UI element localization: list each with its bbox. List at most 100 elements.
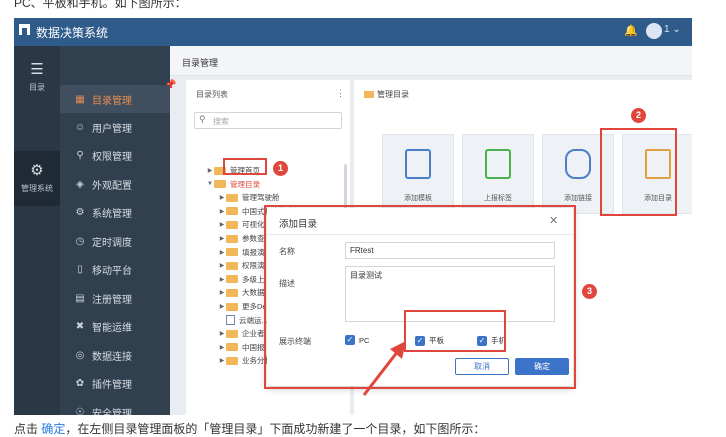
rail-item-system[interactable]: ⚙ 管理系统 <box>14 151 60 206</box>
folder-icon <box>226 193 238 202</box>
menu-item-users[interactable]: ☺ 用户管理 <box>60 113 170 141</box>
caret-right-icon[interactable]: ▶ <box>218 276 226 283</box>
caret-right-icon[interactable]: ▶ <box>206 167 214 174</box>
tree-item-label: 管理驾驶舱 <box>242 193 280 203</box>
card-label: 添加模板 <box>404 195 432 202</box>
top-bar: 数据决策系统 🔔 1 ⌄ <box>14 18 692 46</box>
caret-right-icon[interactable]: ▶ <box>218 289 226 296</box>
menu-item-permissions[interactable]: ⚲ 权限管理 <box>60 141 170 169</box>
avatar[interactable] <box>646 23 662 39</box>
folder-icon <box>226 220 238 229</box>
highlight-box-3 <box>264 205 576 389</box>
folder-icon <box>226 261 238 270</box>
highlight-box-2 <box>600 128 677 216</box>
register-icon: ▤ <box>75 292 85 304</box>
menu-label: 外观配置 <box>92 180 132 192</box>
tree-item[interactable]: ▶ 可视化... <box>218 218 271 231</box>
menu-item-register[interactable]: ▤ 注册管理 <box>60 284 170 312</box>
checklist-icon <box>485 149 511 179</box>
menu-item-ops[interactable]: ✖ 智能运维 <box>60 312 170 340</box>
menu-label: 用户管理 <box>92 123 132 135</box>
menu-item-data-connection[interactable]: ◎ 数据连接 <box>60 341 170 369</box>
tree-item[interactable]: ▶ 大数据... <box>218 286 271 299</box>
breadcrumb: 管理目录 <box>364 89 409 100</box>
database-icon: ◎ <box>75 349 85 361</box>
admin-menu: 📌 ▦ 目录管理 ☺ 用户管理 ⚲ 权限管理 ◈ 外观配置 ⚙ 系统管理 ◷ 定时调度 ▯ 移… <box>60 46 176 416</box>
step-badge-3: 3 <box>582 284 597 299</box>
caret-right-icon[interactable]: ▶ <box>218 357 226 364</box>
card-label: 上报标签 <box>484 195 512 202</box>
doc-bottom-text: 点击 确定，在左侧目录管理面板的「管理目录」下面成功新建了一个目录，如下图所示： <box>14 420 485 437</box>
menu-item-security[interactable]: ☉ 安全管理 <box>60 398 170 416</box>
menu-item-schedule[interactable]: ◷ 定时调度 <box>60 227 170 255</box>
doc-top-text: PC、平板和手机。如下图所示： <box>14 0 187 10</box>
bell-icon[interactable]: 🔔 <box>624 24 638 37</box>
caret-right-icon[interactable]: ▶ <box>218 330 226 337</box>
more-icon[interactable]: ⋮ <box>336 88 345 99</box>
menu-label: 数据连接 <box>92 351 132 363</box>
mobile-icon: ▯ <box>77 263 83 275</box>
settings-icon: ⚙ <box>75 206 85 218</box>
search-icon: ⚲ <box>199 114 206 124</box>
menu-item-system[interactable]: ⚙ 系统管理 <box>60 198 170 226</box>
caret-right-icon[interactable]: ▶ <box>218 194 226 201</box>
catalog-icon: ▦ <box>75 93 85 105</box>
caret-right-icon[interactable]: ▶ <box>218 221 226 228</box>
palette-icon: ◈ <box>76 178 84 190</box>
menu-item-mobile[interactable]: ▯ 移动平台 <box>60 255 170 283</box>
tree-item[interactable]: 云端运... <box>218 314 268 327</box>
tree-item[interactable]: ▶ 管理驾驶舱 <box>218 191 280 204</box>
menu-label: 定时调度 <box>92 237 132 249</box>
clock-icon: ◷ <box>75 235 85 247</box>
caret-right-icon[interactable]: ▶ <box>218 249 226 256</box>
tree-item[interactable]: ▼ 管理目录 <box>206 178 260 191</box>
content-header: 目录管理 <box>170 46 692 76</box>
user-menu[interactable]: 1 ⌄ <box>664 24 681 35</box>
tree-item[interactable]: ▶ 企业者... <box>218 327 271 340</box>
arrow-icon <box>362 341 406 396</box>
menu-label: 权限管理 <box>92 151 132 163</box>
menu-label: 系统管理 <box>92 208 132 220</box>
menu-label: 目录管理 <box>92 95 132 107</box>
tree-item[interactable]: ▶ 中国报... <box>218 341 271 354</box>
caret-right-icon[interactable]: ▶ <box>218 262 226 269</box>
caret-right-icon[interactable]: ▶ <box>218 344 226 351</box>
key-icon: ⚲ <box>76 149 84 161</box>
menu-label: 智能运维 <box>92 322 132 334</box>
left-rail: ☰ 目录 ⚙ 管理系统 <box>14 46 60 415</box>
search-input[interactable]: ⚲ 搜索 <box>194 112 342 129</box>
caret-right-icon[interactable]: ▶ <box>218 303 226 310</box>
caret-down-icon[interactable]: ▼ <box>206 181 214 187</box>
tree-item[interactable]: ▶ 多级上... <box>218 273 271 286</box>
folder-icon <box>226 288 238 297</box>
page-title: 目录管理 <box>182 58 219 68</box>
folder-icon <box>364 91 374 98</box>
tree-item[interactable]: ▶ 填报演... <box>218 246 271 259</box>
folder-icon <box>226 302 238 311</box>
screenshot-frame: 数据决策系统 🔔 1 ⌄ ☰ 目录 ⚙ 管理系统 📌 ▦ 目录管理 ☺ 用户管理 ⚲… <box>14 18 692 415</box>
document-icon <box>226 315 235 326</box>
tree-item[interactable]: ▶ 参数查... <box>218 232 271 245</box>
folder-icon <box>226 356 238 365</box>
rail-label-system: 管理系统 <box>21 184 53 193</box>
tree-panel-title: 目录列表 <box>196 90 228 99</box>
rail-item-catalog[interactable]: ☰ 目录 <box>14 60 60 93</box>
user-name: 1 <box>664 24 670 35</box>
menu-item-plugins[interactable]: ✿ 插件管理 <box>60 369 170 397</box>
menu-label: 注册管理 <box>92 294 132 306</box>
breadcrumb-current: 管理目录 <box>377 90 409 99</box>
highlight-box-1 <box>223 158 267 175</box>
link-icon <box>565 149 591 179</box>
caret-right-icon[interactable]: ▶ <box>218 208 226 215</box>
caret-right-icon[interactable]: ▶ <box>218 235 226 242</box>
report-tag-card[interactable]: 上报标签 <box>462 134 534 214</box>
menu-item-catalog[interactable]: ▦ 目录管理 <box>60 85 170 113</box>
folder-icon <box>226 207 238 216</box>
add-template-card[interactable]: 添加模板 <box>382 134 454 214</box>
tree-item[interactable]: ▶ 权限演... <box>218 259 271 272</box>
user-icon: ☺ <box>74 121 86 133</box>
menu-item-appearance[interactable]: ◈ 外观配置 <box>60 170 170 198</box>
folder-icon <box>226 248 238 257</box>
highlight-box-terminals <box>404 310 506 352</box>
list-icon: ☰ <box>30 61 44 78</box>
